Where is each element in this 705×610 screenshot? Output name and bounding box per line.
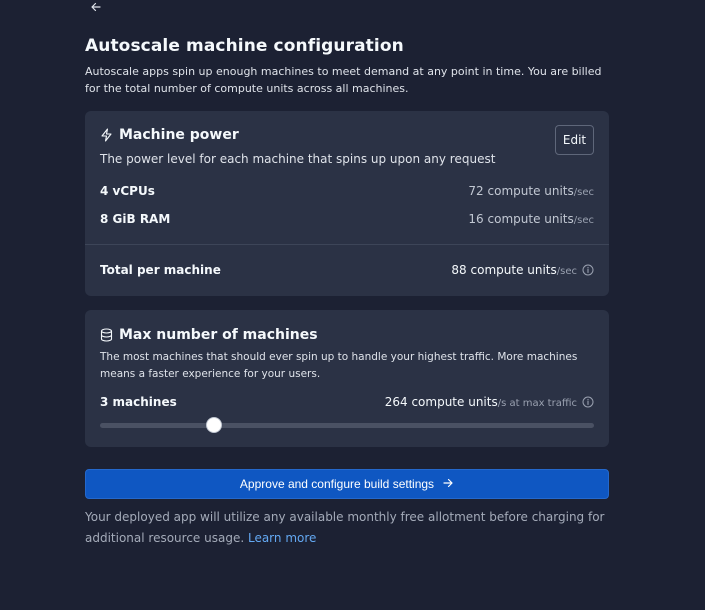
ram-label: 8 GiB RAM — [100, 212, 171, 226]
vcpu-label: 4 vCPUs — [100, 184, 155, 198]
ram-units: 16 compute units — [468, 212, 574, 226]
ram-unit: /sec — [573, 215, 594, 226]
footnote-text: Your deployed app will utilize any avail… — [85, 510, 605, 545]
edit-button[interactable]: Edit — [555, 125, 594, 155]
learn-more-link[interactable]: Learn more — [248, 531, 316, 545]
ram-row: 8 GiB RAM 16 compute units/sec — [100, 212, 594, 226]
total-label: Total per machine — [100, 263, 221, 277]
machine-power-subtitle: The power level for each machine that sp… — [100, 152, 496, 166]
page-title: Autoscale machine configuration — [85, 36, 404, 56]
back-arrow-icon[interactable] — [88, 0, 104, 14]
total-value: 88 compute units/sec — [451, 263, 594, 279]
approve-configure-button[interactable]: Approve and configure build settings — [85, 469, 609, 499]
footnote: Your deployed app will utilize any avail… — [85, 507, 605, 549]
machines-slider-track[interactable] — [100, 423, 594, 428]
vcpu-value: 72 compute units/sec — [468, 184, 594, 198]
divider — [85, 244, 609, 245]
lightning-icon — [100, 128, 113, 142]
machine-power-header: Machine power — [100, 127, 239, 143]
machines-unit: /s at max traffic — [497, 398, 577, 409]
machine-power-card: Machine power Edit The power level for e… — [85, 111, 609, 296]
info-icon[interactable] — [582, 264, 594, 279]
machines-row: 3 machines 264 compute units/s at max tr… — [100, 395, 594, 411]
total-unit: /sec — [556, 266, 577, 277]
vcpu-units: 72 compute units — [468, 184, 574, 198]
machines-slider-thumb[interactable] — [206, 417, 222, 433]
machines-count: 3 machines — [100, 395, 177, 409]
max-machines-header: Max number of machines — [100, 327, 318, 343]
vcpu-row: 4 vCPUs 72 compute units/sec — [100, 184, 594, 198]
total-row: Total per machine 88 compute units/sec — [100, 263, 594, 279]
machines-value: 264 compute units/s at max traffic — [385, 395, 594, 411]
ram-value: 16 compute units/sec — [468, 212, 594, 226]
vcpu-unit: /sec — [573, 187, 594, 198]
machines-units: 264 compute units — [384, 395, 498, 409]
database-icon — [100, 328, 113, 342]
approve-configure-label: Approve and configure build settings — [239, 477, 435, 491]
max-machines-title: Max number of machines — [119, 327, 318, 343]
max-machines-description: The most machines that should ever spin … — [100, 351, 578, 380]
page-description: Autoscale apps spin up enough machines t… — [85, 65, 602, 95]
arrow-right-icon — [442, 477, 454, 492]
total-units: 88 compute units — [451, 263, 557, 277]
max-machines-card: Max number of machines The most machines… — [85, 310, 609, 447]
info-icon[interactable] — [582, 396, 594, 411]
machine-power-title: Machine power — [119, 127, 239, 143]
